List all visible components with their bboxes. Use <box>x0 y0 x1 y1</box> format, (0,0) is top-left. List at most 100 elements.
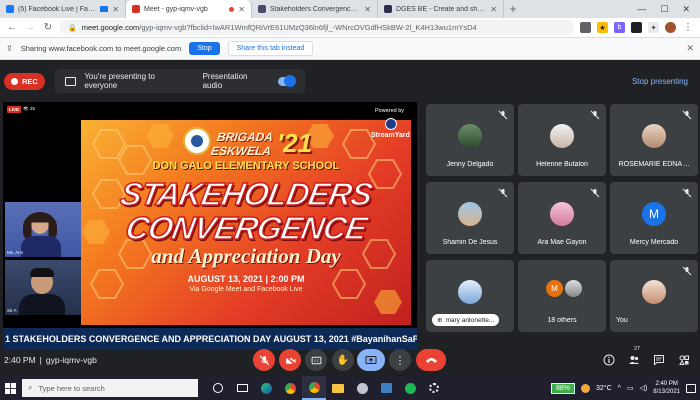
url-field[interactable]: 🔒 meet.google.com/gyp-iqmv-vgb?fbclid=Iw… <box>60 20 574 35</box>
captions-icon: CC <box>311 356 321 364</box>
captions-button[interactable]: CC <box>305 349 327 371</box>
event-date: AUGUST 13, 2021 | 2:00 PM <box>187 274 305 284</box>
search-placeholder: Type here to search <box>38 383 105 393</box>
camera-icon[interactable] <box>580 22 591 33</box>
tab-stakeholders[interactable]: Stakeholders Convergence - Pro ✕ <box>252 0 378 18</box>
chrome-icon[interactable] <box>278 376 302 400</box>
others-tile[interactable]: M 18 others <box>518 260 606 332</box>
activities-button[interactable] <box>677 353 691 367</box>
camera-feed-2: Sir A <box>5 260 81 315</box>
settings-icon[interactable] <box>422 376 446 400</box>
tab-label: DGES BE - Create and share you <box>396 5 487 13</box>
participant-tile[interactable]: M Mercy Mercado <box>610 182 698 254</box>
participant-count: 27 <box>634 346 641 352</box>
others-count: 18 others <box>547 317 577 324</box>
camera-toggle-button[interactable] <box>279 349 301 371</box>
participant-tile[interactable]: ROSEMARIE EDNA ... <box>610 104 698 176</box>
participant-tile[interactable]: Ara Mae Gayon <box>518 182 606 254</box>
presentation-stage: LIVE 👁 25 Powered by Ms. Ann Sir A BRIGA… <box>3 102 417 350</box>
extension-icon[interactable] <box>631 22 642 33</box>
meeting-code: gyp-iqmv-vgb <box>45 355 97 365</box>
participant-tile[interactable]: Shamin De Jesus <box>426 182 514 254</box>
extension-icon[interactable]: b <box>614 22 625 33</box>
chevron-up-icon[interactable]: ^ <box>618 385 621 392</box>
chat-button[interactable] <box>652 353 666 367</box>
task-view-icon[interactable] <box>230 376 254 400</box>
page-icon <box>258 5 266 13</box>
more-options-button[interactable]: ⋮ <box>389 349 411 371</box>
tab-facebook-live[interactable]: (5) Facebook Live | Facebook ✕ <box>0 0 126 18</box>
mic-off-icon <box>590 110 600 120</box>
powered-by-label: Powered by <box>375 108 405 114</box>
avatar <box>458 124 482 148</box>
chat-icon <box>654 355 664 366</box>
present-now-button[interactable] <box>357 349 385 371</box>
streaming-app-icon[interactable] <box>350 376 374 400</box>
participant-tile[interactable]: Helenne Butalon <box>518 104 606 176</box>
close-icon[interactable]: ✕ <box>238 5 245 14</box>
self-tile[interactable]: You <box>610 260 698 332</box>
sharing-indicator-icon <box>100 6 109 12</box>
spotify-icon[interactable] <box>398 376 422 400</box>
year-text: '21 <box>277 128 313 158</box>
meeting-details-button[interactable] <box>602 353 616 367</box>
tab-dges[interactable]: DGES BE - Create and share you ✕ <box>378 0 504 18</box>
search-icon: ⌕ <box>28 383 33 392</box>
store-icon[interactable] <box>374 376 398 400</box>
separator: | <box>39 355 42 365</box>
share-this-tab-button[interactable]: Share this tab instead <box>227 41 314 56</box>
pin-icon: ⊕ <box>437 317 443 324</box>
tab-meet[interactable]: Meet - gyp-iqmv-vgb ✕ <box>126 0 252 18</box>
camera-feed-1: Ms. Ann <box>5 202 81 257</box>
pinned-participant-chip[interactable]: ⊕ mary antonette... <box>432 314 500 326</box>
edge-icon[interactable] <box>254 376 278 400</box>
puzzle-icon[interactable]: ✦ <box>648 22 659 33</box>
star-icon[interactable]: ★ <box>597 22 608 33</box>
network-icon[interactable]: ▭ <box>627 384 634 392</box>
participants-button[interactable] <box>627 353 641 367</box>
weather-icon <box>581 383 591 393</box>
call-controls: 2:40 PM | gyp-iqmv-vgb CC ✋ ⋮ 27 <box>0 344 700 376</box>
hang-up-icon <box>425 358 437 363</box>
school-seal <box>183 127 211 155</box>
notification-icon[interactable] <box>686 383 696 393</box>
participant-name: Jenny Delgado <box>446 161 494 168</box>
reload-icon[interactable]: ↻ <box>42 22 54 33</box>
back-icon[interactable]: ← <box>6 22 18 33</box>
avatar <box>642 280 666 304</box>
person-hair <box>30 268 54 277</box>
recording-badge[interactable]: REC <box>4 72 45 90</box>
participant-tile[interactable]: ⊕ mary antonette... <box>426 260 514 332</box>
stop-sharing-button[interactable]: Stop <box>189 42 220 55</box>
clock[interactable]: 2:40 PM 8/13/2021 <box>653 380 680 396</box>
people-icon <box>629 356 639 364</box>
avatar[interactable] <box>665 22 676 33</box>
close-icon[interactable]: ✕ <box>686 43 694 54</box>
viewer-count-icon: 👁 25 <box>23 106 35 111</box>
info-icon <box>603 354 615 366</box>
url-path: /gyp-iqmv-vgb?fbclid=IwAR1WmfQRiVrE61UMz… <box>139 23 477 32</box>
file-explorer-icon[interactable] <box>326 376 350 400</box>
taskbar-search[interactable]: ⌕ Type here to search <box>22 379 198 397</box>
raise-hand-button[interactable]: ✋ <box>332 349 354 371</box>
close-icon[interactable]: ✕ <box>490 5 497 14</box>
forward-icon[interactable]: → <box>24 22 36 33</box>
volume-icon[interactable]: ◁) <box>640 384 648 392</box>
leave-call-button[interactable] <box>416 349 446 371</box>
minimize-icon[interactable]: — <box>637 4 646 14</box>
menu-icon[interactable]: ⋮ <box>682 22 694 33</box>
stop-presenting-button[interactable]: Stop presenting <box>632 77 688 86</box>
start-button[interactable] <box>0 376 20 400</box>
mic-toggle-button[interactable] <box>253 349 275 371</box>
temperature[interactable]: 32°C <box>596 385 612 392</box>
battery-indicator[interactable]: 88% <box>551 382 576 394</box>
cortana-icon[interactable] <box>206 376 230 400</box>
presentation-audio-toggle[interactable] <box>277 74 296 87</box>
new-tab-button[interactable]: + <box>504 0 522 18</box>
participant-tile[interactable]: Jenny Delgado <box>426 104 514 176</box>
close-icon[interactable]: ✕ <box>112 5 119 14</box>
close-window-icon[interactable]: ✕ <box>682 4 690 15</box>
chrome-active-icon[interactable] <box>302 376 326 400</box>
close-icon[interactable]: ✕ <box>364 5 371 14</box>
maximize-icon[interactable]: ☐ <box>660 4 668 15</box>
